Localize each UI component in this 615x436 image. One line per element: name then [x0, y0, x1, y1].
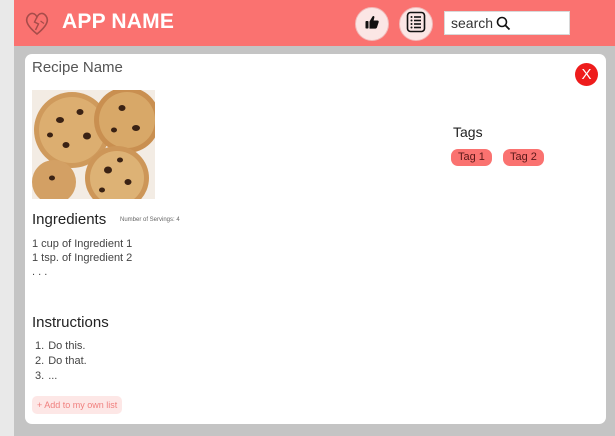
broken-heart-logo-icon — [23, 9, 51, 37]
instruction-number: 1. — [35, 340, 45, 352]
instruction-text: Do this. — [48, 340, 86, 352]
search-icon[interactable] — [496, 16, 511, 31]
tag-chip[interactable]: Tag 2 — [503, 149, 544, 166]
recipe-photo — [32, 90, 155, 199]
ingredients-title: Ingredients — [32, 211, 107, 228]
search-input[interactable]: search — [444, 11, 570, 35]
tags-title: Tags — [453, 124, 483, 140]
instruction-item: 1. Do this. — [35, 339, 87, 354]
close-icon: X — [581, 66, 592, 83]
servings-label: Number of Servings: 4 — [120, 217, 180, 223]
recipe-card: Recipe Name X Ingredients Number of Serv… — [25, 54, 606, 424]
ingredients-list: 1 cup of Ingredient 1 1 tsp. of Ingredie… — [32, 237, 132, 279]
instruction-number: 3. — [35, 370, 45, 382]
tag-chip[interactable]: Tag 1 — [451, 149, 492, 166]
ingredient-item: 1 cup of Ingredient 1 — [32, 238, 133, 250]
instructions-list: 1. Do this. 2. Do that. 3. ... — [35, 339, 87, 384]
thumbs-up-icon — [364, 14, 380, 35]
close-button[interactable]: X — [575, 63, 598, 86]
search-label: search — [451, 15, 494, 31]
app-header: APP NAME search — [14, 0, 615, 46]
instruction-item: 3. ... — [35, 369, 87, 384]
instructions-title: Instructions — [32, 314, 109, 331]
ingredient-item: 1 tsp. of Ingredient 2 — [32, 252, 133, 264]
recipe-name: Recipe Name — [32, 59, 123, 76]
instruction-item: 2. Do that. — [35, 354, 87, 369]
instruction-text: ... — [48, 370, 58, 382]
instruction-text: Do that. — [48, 355, 87, 367]
add-to-list-button[interactable]: + Add to my own list — [32, 396, 123, 414]
ingredient-item: . . . — [32, 266, 48, 278]
like-button[interactable] — [355, 7, 389, 41]
instruction-number: 2. — [35, 355, 45, 367]
app-name: APP NAME — [62, 10, 175, 33]
list-icon — [406, 11, 426, 38]
list-button[interactable] — [399, 7, 433, 41]
